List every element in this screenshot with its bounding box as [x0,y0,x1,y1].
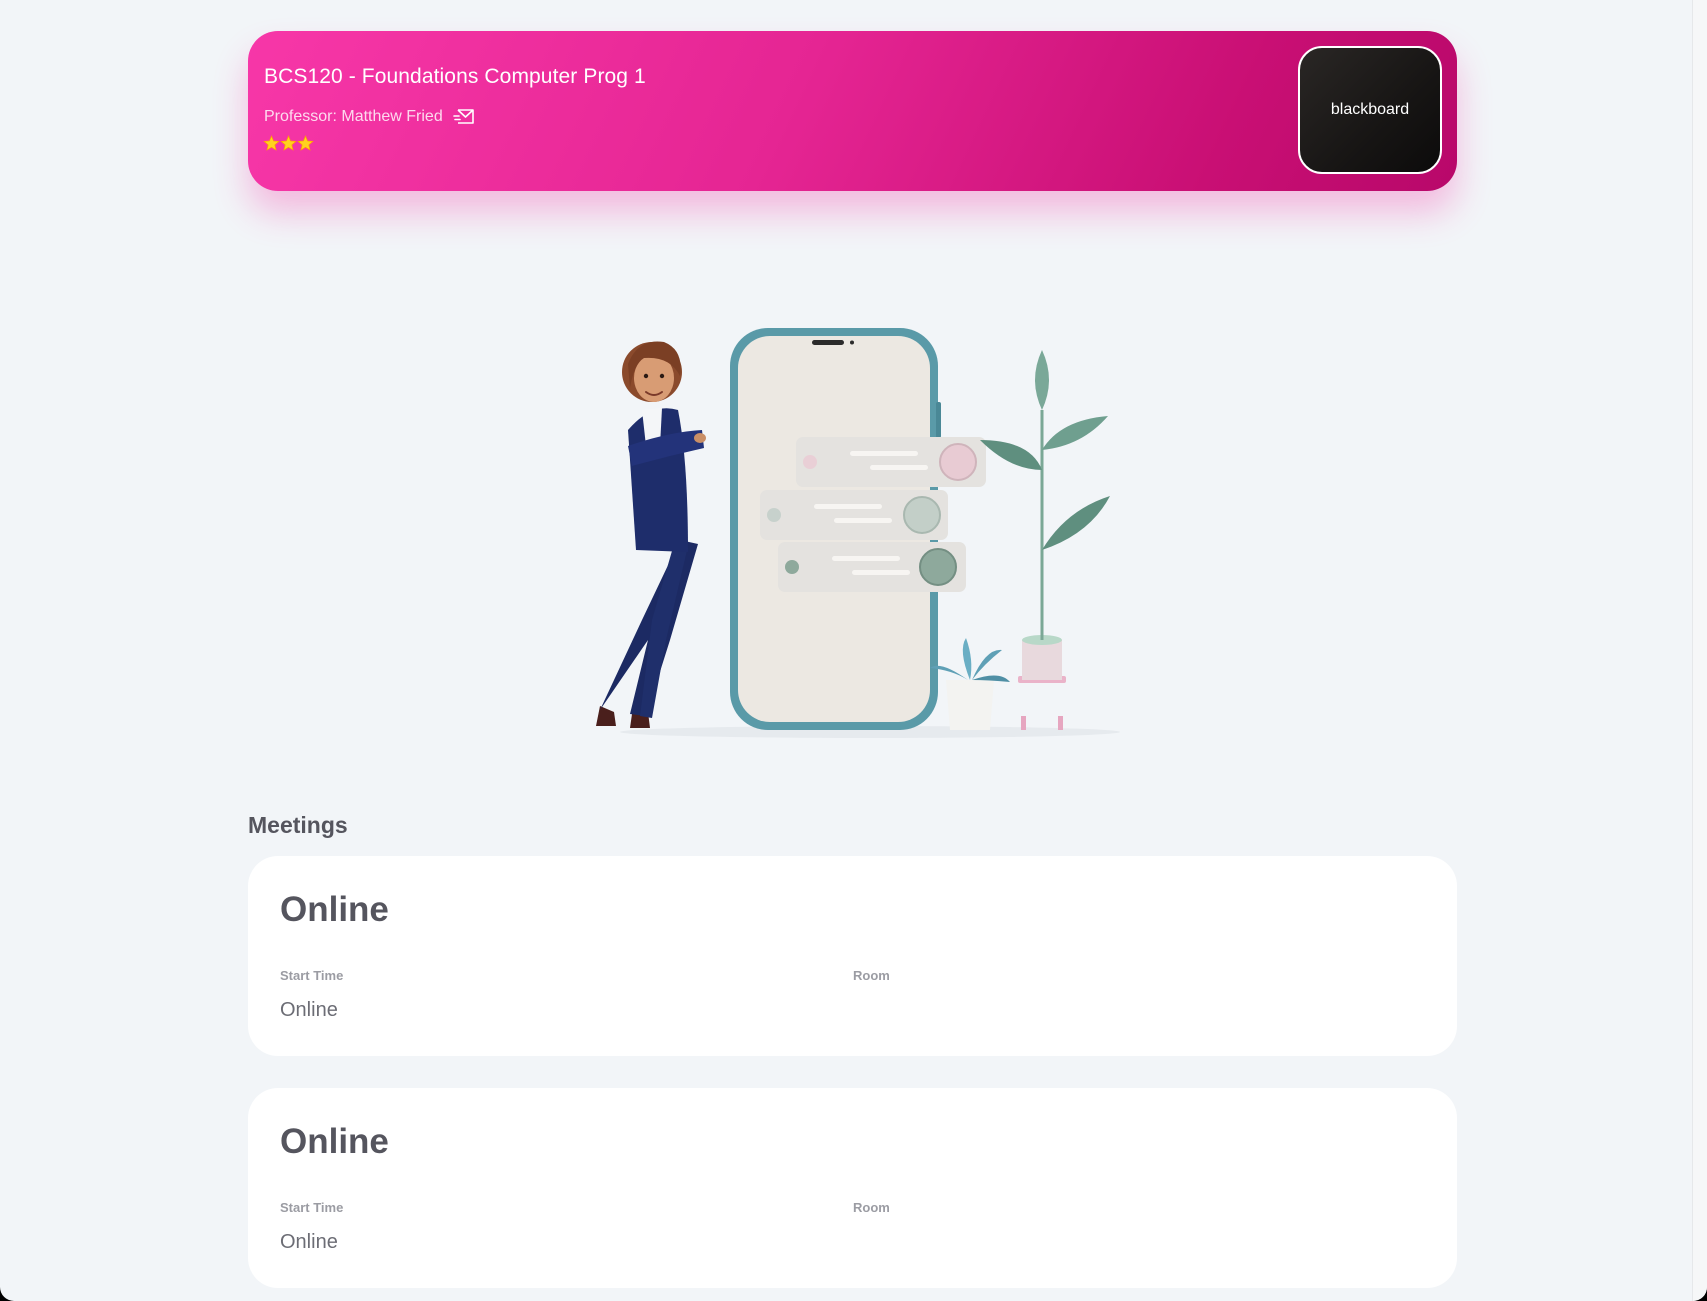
room-label: Room [853,968,890,983]
mail-icon[interactable] [452,108,475,126]
professor-name: Professor: Matthew Fried [264,108,443,125]
notification-card [796,437,986,487]
star-icon [263,135,280,151]
vertical-scrollbar[interactable] [1692,0,1707,1301]
meeting-card: Online Start Time Online Room [248,1088,1457,1288]
meetings-section-title: Meetings [248,812,348,838]
blackboard-button[interactable]: blackboard [1298,46,1442,174]
professor-row: Professor: Matthew Fried [264,108,475,126]
start-time-value: Online [280,1231,338,1253]
star-icon [280,135,297,151]
star-icon [297,135,314,151]
start-time-label: Start Time [280,968,344,983]
meeting-type: Online [280,1122,389,1161]
course-title: BCS120 - Foundations Computer Prog 1 [264,65,646,88]
page: BCS120 - Foundations Computer Prog 1 Pro… [0,0,1707,1301]
small-plant [930,638,1010,730]
start-time-value: Online [280,999,338,1021]
person-figure [596,341,706,728]
tall-plant [980,350,1110,730]
start-time-label: Start Time [280,1200,344,1215]
rating-stars [263,135,314,152]
notification-card [778,542,966,592]
meeting-card: Online Start Time Online Room [248,856,1457,1056]
course-header-card: BCS120 - Foundations Computer Prog 1 Pro… [248,31,1457,191]
course-illustration [596,328,1120,738]
notification-card [760,490,948,540]
meeting-type: Online [280,890,389,929]
room-label: Room [853,1200,890,1215]
